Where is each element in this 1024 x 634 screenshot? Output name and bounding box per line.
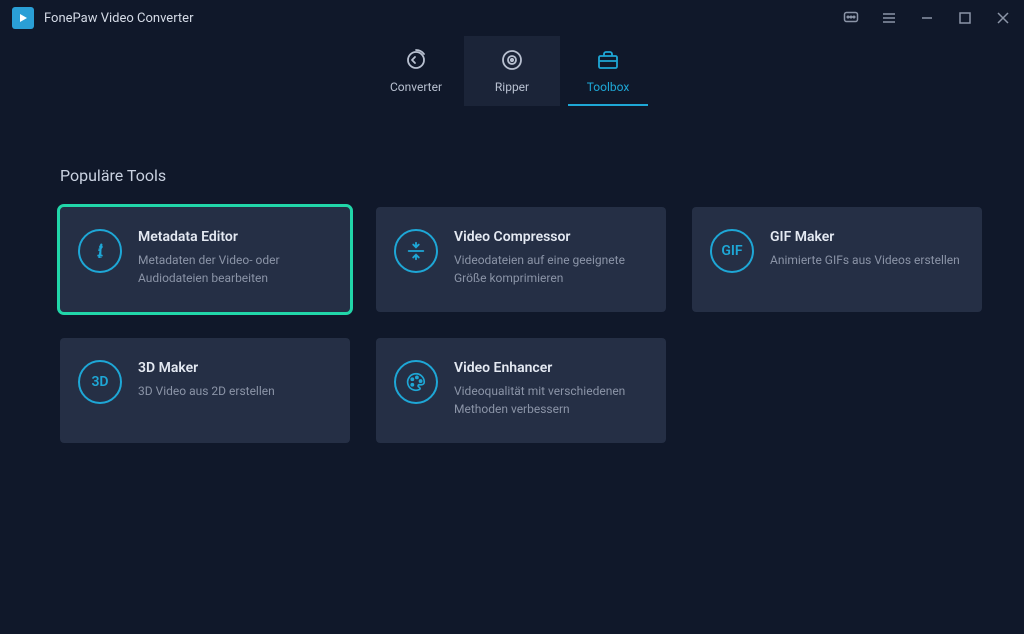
- tool-card-gif-maker[interactable]: GIF GIF Maker Animierte GIFs aus Videos …: [692, 207, 982, 312]
- card-desc: Videoqualität mit verschiedenen Methoden…: [454, 382, 648, 418]
- icon-text: 3D: [91, 374, 108, 390]
- titlebar: FonePaw Video Converter: [0, 0, 1024, 36]
- tab-label: Toolbox: [587, 80, 630, 94]
- section-title: Populäre Tools: [60, 166, 964, 185]
- card-desc: Videodateien auf eine geeignete Größe ko…: [454, 251, 648, 287]
- app-logo: [12, 7, 34, 29]
- app-title: FonePaw Video Converter: [44, 11, 193, 26]
- card-title: Video Enhancer: [454, 360, 648, 376]
- tool-card-video-enhancer[interactable]: Video Enhancer Videoqualität mit verschi…: [376, 338, 666, 443]
- cards-grid: i Metadata Editor Metadaten der Video- o…: [60, 207, 964, 443]
- tabs: Converter Ripper Toolbox: [0, 36, 1024, 106]
- tab-toolbox[interactable]: Toolbox: [560, 36, 656, 106]
- tool-card-3d-maker[interactable]: 3D 3D Maker 3D Video aus 2D erstellen: [60, 338, 350, 443]
- maximize-icon[interactable]: [956, 9, 974, 27]
- content: Populäre Tools i Metadata Editor Metadat…: [0, 106, 1024, 443]
- menu-icon[interactable]: [880, 9, 898, 27]
- gif-icon: GIF: [710, 229, 754, 273]
- card-title: GIF Maker: [770, 229, 964, 245]
- compress-icon: [394, 229, 438, 273]
- tab-label: Converter: [390, 80, 442, 94]
- converter-icon: [404, 48, 428, 72]
- tab-converter[interactable]: Converter: [368, 36, 464, 106]
- titlebar-actions: [842, 9, 1012, 27]
- ripper-icon: [500, 48, 524, 72]
- icon-text: GIF: [721, 243, 742, 259]
- card-title: 3D Maker: [138, 360, 332, 376]
- feedback-icon[interactable]: [842, 9, 860, 27]
- tool-card-metadata-editor[interactable]: i Metadata Editor Metadaten der Video- o…: [60, 207, 350, 312]
- card-desc: Metadaten der Video- oder Audiodateien b…: [138, 251, 332, 287]
- tab-ripper[interactable]: Ripper: [464, 36, 560, 106]
- card-title: Metadata Editor: [138, 229, 332, 245]
- card-desc: 3D Video aus 2D erstellen: [138, 382, 332, 400]
- card-desc: Animierte GIFs aus Videos erstellen: [770, 251, 964, 269]
- tab-label: Ripper: [495, 80, 529, 94]
- close-icon[interactable]: [994, 9, 1012, 27]
- minimize-icon[interactable]: [918, 9, 936, 27]
- tool-card-video-compressor[interactable]: Video Compressor Videodateien auf eine g…: [376, 207, 666, 312]
- toolbox-icon: [596, 48, 620, 72]
- three-d-icon: 3D: [78, 360, 122, 404]
- palette-icon: [394, 360, 438, 404]
- info-icon: i: [78, 229, 122, 273]
- card-title: Video Compressor: [454, 229, 648, 245]
